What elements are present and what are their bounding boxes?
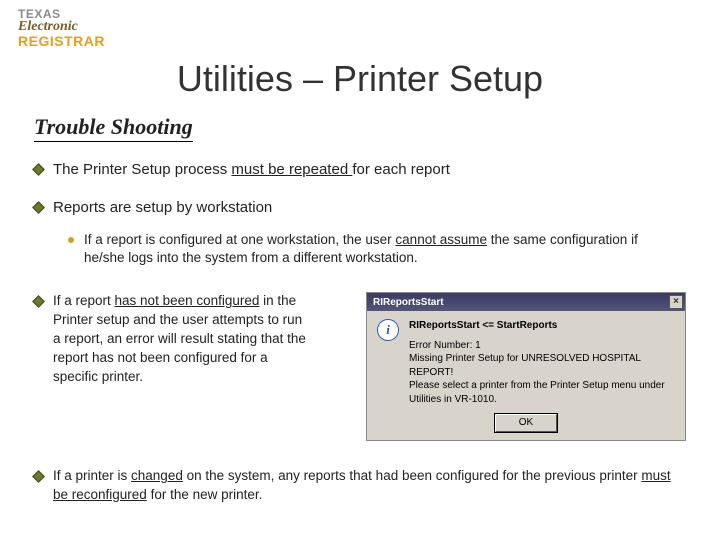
dialog-heading: RIReportsStart <= StartReports <box>409 319 675 333</box>
text-span: on the system, any reports that had been… <box>183 468 642 483</box>
content-area: The Printer Setup process must be repeat… <box>34 160 686 505</box>
text-underline: has not been configured <box>115 293 260 308</box>
text-underline: must be repeated <box>231 161 352 178</box>
bullet-4-text: If a printer is changed on the system, a… <box>53 467 686 505</box>
bullet-3-text: If a report has not been configured in t… <box>53 292 313 386</box>
info-icon: i <box>377 319 399 341</box>
dialog-line: Missing Printer Setup for UNRESOLVED HOS… <box>409 352 675 379</box>
bullet-1: The Printer Setup process must be repeat… <box>34 160 686 180</box>
dot-bullet-icon <box>68 237 74 243</box>
text-span: for each report <box>352 161 450 178</box>
text-span: If a report <box>53 293 115 308</box>
dialog-ok-button[interactable]: OK <box>495 414 557 432</box>
text-span: for the new printer. <box>147 487 263 502</box>
page-title: Utilities – Printer Setup <box>0 58 720 100</box>
page-subtitle: Trouble Shooting <box>34 114 193 142</box>
error-dialog: RIReportsStart × i RIReportsStart <= Sta… <box>366 292 686 441</box>
dialog-titlebar: RIReportsStart × <box>367 293 685 311</box>
dialog-line: Error Number: 1 <box>409 339 675 353</box>
text-underline: changed <box>131 468 183 483</box>
bullet-2: Reports are setup by workstation <box>34 198 686 218</box>
dialog-line: Please select a printer from the Printer… <box>409 379 675 406</box>
dialog-button-row: OK <box>367 410 685 440</box>
text-span: If a report is configured at one worksta… <box>84 232 395 247</box>
bullet-4: If a printer is changed on the system, a… <box>34 467 686 505</box>
dialog-text: RIReportsStart <= StartReports Error Num… <box>409 319 675 406</box>
dialog-close-button[interactable]: × <box>669 295 683 309</box>
diamond-bullet-icon <box>32 470 45 483</box>
logo-line2a: Electronic <box>18 20 78 34</box>
diamond-bullet-icon <box>32 163 45 176</box>
logo-line2b: REGISTRAR <box>18 34 105 48</box>
app-logo: TEXAS Electronic REGISTRAR <box>18 8 105 48</box>
text-span: If a printer is <box>53 468 131 483</box>
dialog-title: RIReportsStart <box>373 297 444 308</box>
bullet-1-text: The Printer Setup process must be repeat… <box>53 160 450 180</box>
diamond-bullet-icon <box>32 201 45 214</box>
text-span: The Printer Setup process <box>53 161 231 178</box>
diamond-bullet-icon <box>32 295 45 308</box>
text-underline: cannot assume <box>395 232 487 247</box>
sub-bullet-1: If a report is configured at one worksta… <box>68 231 686 269</box>
bullet-3-row: If a report has not been configured in t… <box>34 292 686 441</box>
dialog-body: i RIReportsStart <= StartReports Error N… <box>367 311 685 410</box>
bullet-2-text: Reports are setup by workstation <box>53 198 272 218</box>
sub-bullet-1-text: If a report is configured at one worksta… <box>84 231 686 269</box>
